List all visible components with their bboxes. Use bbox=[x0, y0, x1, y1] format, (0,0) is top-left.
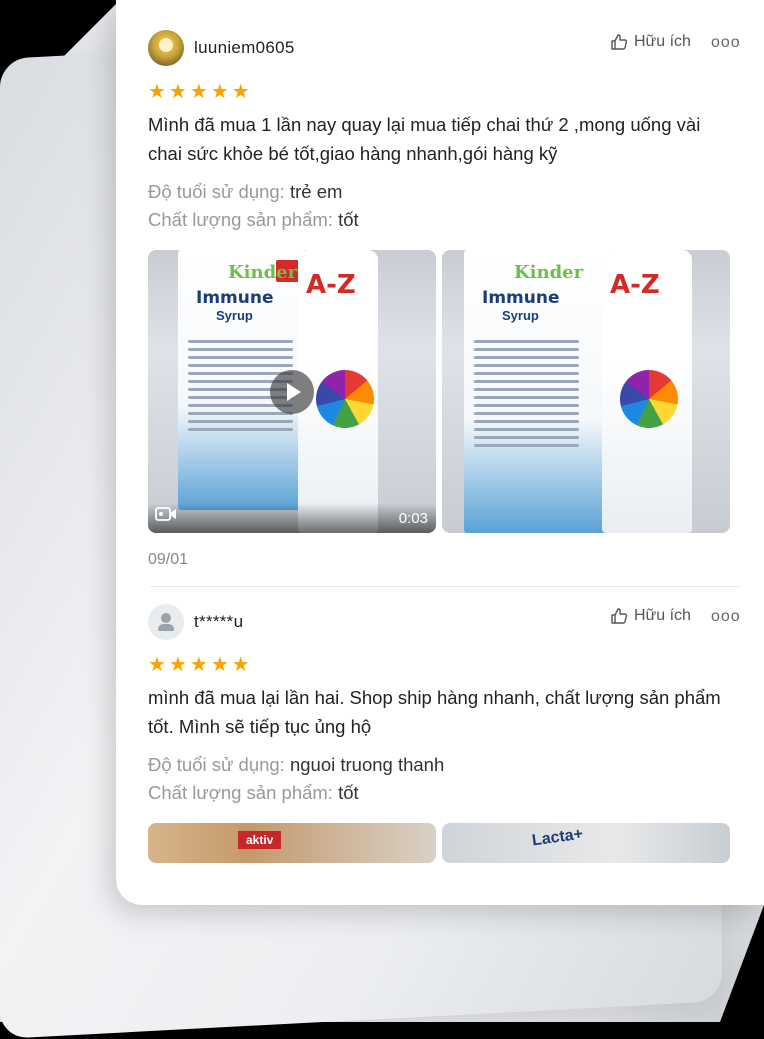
reviews-card: luuniem0605 Hữu ích ooo ★ ★ ★ ★ ★ Mình đ… bbox=[116, 0, 764, 905]
review-header: t*****u Hữu ích ooo bbox=[148, 604, 741, 640]
divider bbox=[150, 586, 742, 587]
star-icon: ★ bbox=[210, 81, 229, 103]
product-box: Kinder Immune Syrup bbox=[464, 250, 614, 533]
thumbs-up-icon bbox=[610, 607, 628, 625]
star-icon: ★ bbox=[231, 654, 250, 676]
attribute-quality: Chất lượng sản phẩm: tốt bbox=[148, 782, 359, 803]
star-icon: ★ bbox=[189, 654, 208, 676]
helpful-label: Hữu ích bbox=[634, 33, 691, 50]
star-icon: ★ bbox=[148, 654, 166, 676]
video-camera-icon bbox=[154, 505, 178, 528]
username[interactable]: t*****u bbox=[194, 612, 243, 632]
attribute-age: Độ tuổi sử dụng: trẻ em bbox=[148, 181, 343, 202]
username[interactable]: luuniem0605 bbox=[194, 38, 295, 58]
star-icon: ★ bbox=[231, 81, 250, 103]
star-icon: ★ bbox=[148, 81, 166, 103]
more-icon[interactable]: ooo bbox=[711, 608, 741, 626]
star-icon: ★ bbox=[168, 81, 187, 103]
star-icon: ★ bbox=[210, 654, 229, 676]
product-tube: A-Z bbox=[602, 250, 692, 533]
play-icon[interactable] bbox=[270, 370, 314, 414]
review-text: Mình đã mua 1 lần nay quay lại mua tiếp … bbox=[148, 114, 701, 164]
review-photo[interactable]: Kinder Immune Syrup A-Z bbox=[442, 250, 730, 533]
avatar[interactable] bbox=[148, 30, 184, 66]
review-photo[interactable]: aktiv bbox=[148, 823, 436, 863]
attribute-age: Độ tuổi sử dụng: nguoi truong thanh bbox=[148, 754, 445, 775]
helpful-button[interactable]: Hữu ích bbox=[610, 33, 691, 51]
star-icon: ★ bbox=[168, 654, 187, 676]
avatar[interactable] bbox=[148, 604, 184, 640]
star-icon: ★ bbox=[189, 81, 208, 103]
attribute-quality: Chất lượng sản phẩm: tốt bbox=[148, 209, 359, 230]
review-date: 09/01 bbox=[148, 551, 189, 568]
rating-stars: ★ ★ ★ ★ ★ bbox=[148, 82, 250, 102]
review-media: Kinder Immune Syrup A-Z 0:03 Kinder Immu… bbox=[148, 250, 730, 533]
review-video[interactable]: Kinder Immune Syrup A-Z 0:03 bbox=[148, 250, 436, 533]
review-photo[interactable]: Lacta+ bbox=[442, 823, 730, 863]
rating-stars: ★ ★ ★ ★ ★ bbox=[148, 655, 250, 675]
more-icon[interactable]: ooo bbox=[711, 34, 741, 52]
helpful-button[interactable]: Hữu ích bbox=[610, 607, 691, 625]
review-header: luuniem0605 Hữu ích ooo bbox=[148, 30, 741, 66]
review-text: mình đã mua lại lần hai. Shop ship hàng … bbox=[148, 687, 721, 737]
review-media: aktiv Lacta+ bbox=[148, 823, 730, 863]
thumbs-up-icon bbox=[610, 33, 628, 51]
helpful-label: Hữu ích bbox=[634, 607, 691, 624]
video-duration: 0:03 bbox=[398, 510, 428, 527]
